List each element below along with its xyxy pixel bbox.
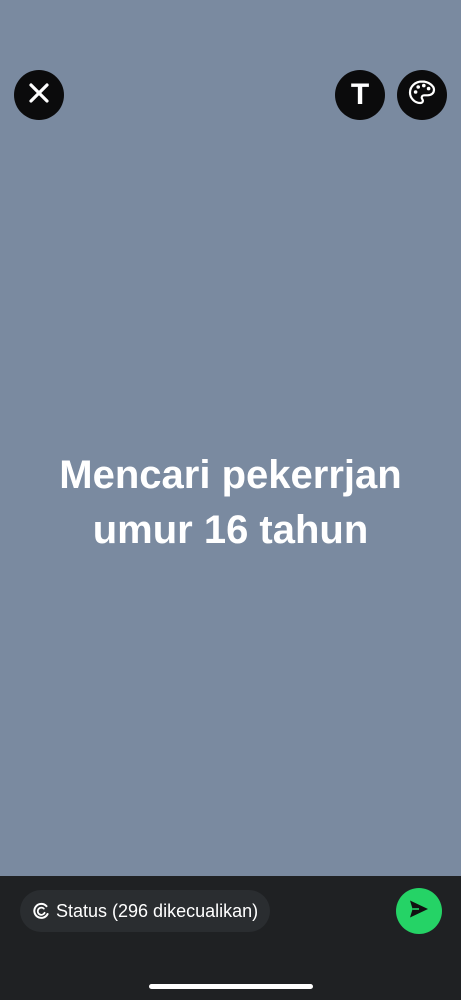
text-icon: T bbox=[350, 78, 370, 111]
palette-icon bbox=[407, 78, 437, 113]
send-icon bbox=[407, 897, 431, 926]
status-text: Mencari pekerrjan umur 16 tahun bbox=[0, 448, 461, 558]
color-palette-button[interactable] bbox=[397, 70, 447, 120]
status-text-line-2: umur 16 tahun bbox=[92, 508, 369, 552]
close-icon bbox=[28, 82, 50, 109]
status-ring-icon bbox=[32, 902, 50, 920]
close-button[interactable] bbox=[14, 70, 64, 120]
send-button[interactable] bbox=[396, 888, 442, 934]
text-style-button[interactable]: T bbox=[335, 70, 385, 120]
status-text-line-1: Mencari pekerrjan bbox=[59, 453, 402, 497]
status-audience-label: Status (296 dikecualikan) bbox=[56, 900, 259, 921]
home-indicator bbox=[149, 984, 313, 989]
bottom-bar: Status (296 dikecualikan) bbox=[0, 876, 461, 1000]
status-audience-button[interactable]: Status (296 dikecualikan) bbox=[20, 890, 271, 932]
status-canvas[interactable]: T Mencari pekerrjan umur 16 tahun bbox=[0, 0, 461, 876]
